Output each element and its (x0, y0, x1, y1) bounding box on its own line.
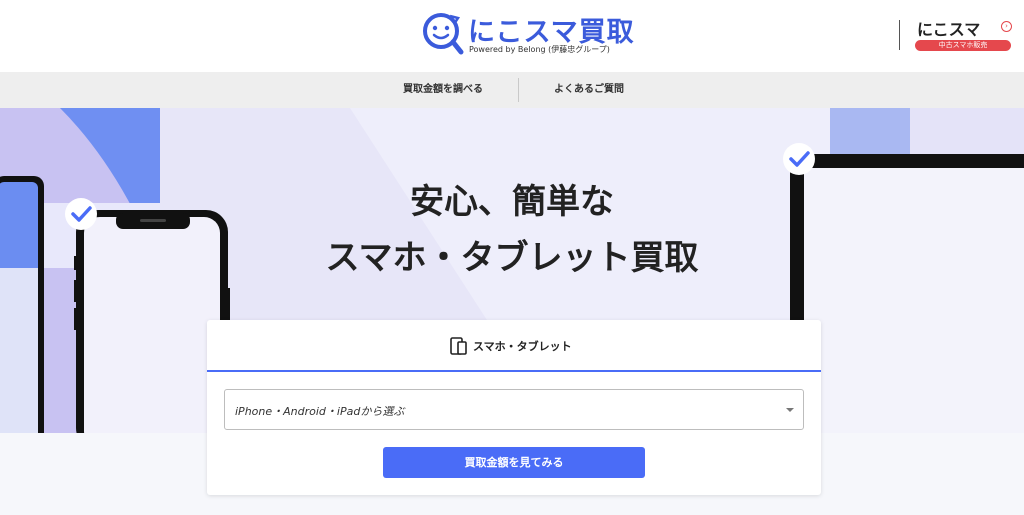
headline-line-2: スマホ・タブレット買取 (325, 238, 699, 278)
logo-subtitle: Powered by Belong (伊藤忠グループ) (469, 45, 610, 54)
device-select[interactable]: iPhone・Android・iPadから選ぶ (224, 389, 804, 430)
device-select-value: iPhone・Android・iPadから選ぶ (235, 405, 405, 418)
nav-item-price-check[interactable]: 買取金額を調べる (403, 72, 483, 108)
partner-link[interactable]: にこスマ › 中古スマホ販売 (912, 16, 1016, 56)
header-divider (899, 20, 900, 50)
nav-item-faq[interactable]: よくあるご質問 (554, 72, 624, 108)
partner-badge: 中古スマホ販売 (915, 40, 1011, 51)
caret-down-icon (786, 408, 794, 412)
site-header: にこスマ買取 Powered by Belong (伊藤忠グループ) にこスマ … (0, 0, 1024, 72)
tab-label: スマホ・タブレット (473, 340, 572, 353)
chevron-right-circle-icon: › (1001, 21, 1012, 32)
hero-headline: 安心、簡単な スマホ・タブレット買取 (0, 174, 1024, 286)
headline-line-1: 安心、簡単な (410, 182, 614, 222)
main-nav: 買取金額を調べる よくあるご質問 (0, 72, 1024, 108)
tab-smartphone-tablet[interactable]: スマホ・タブレット (207, 320, 821, 372)
nav-divider (518, 78, 519, 102)
site-logo[interactable]: にこスマ買取 Powered by Belong (伊藤忠グループ) (422, 10, 634, 58)
check-badge-icon (783, 143, 815, 175)
phone-tablet-icon (450, 337, 467, 355)
smile-search-icon (423, 13, 464, 55)
partner-title: にこスマ (917, 20, 981, 39)
price-search-card: スマホ・タブレット iPhone・Android・iPadから選ぶ 買取金額を見… (207, 320, 821, 495)
view-price-button[interactable]: 買取金額を見てみる (383, 447, 645, 478)
